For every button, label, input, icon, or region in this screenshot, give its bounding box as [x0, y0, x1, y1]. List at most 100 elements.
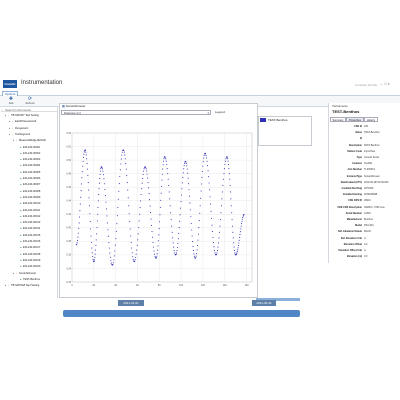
data-point	[191, 229, 193, 231]
tree-item[interactable]: ▸ ▪ TestSegment	[9, 133, 30, 137]
tree-item[interactable]: ▸ ▪ Flexgeneric	[9, 127, 28, 131]
tree-item[interactable]: ▸ ▪ EarthPressureCell	[9, 120, 36, 124]
tree-item[interactable]: ●EXL240-00010	[17, 202, 40, 206]
data-point	[138, 220, 140, 222]
data-point	[132, 256, 134, 258]
data-point	[114, 250, 116, 252]
data-point	[161, 173, 163, 175]
data-point	[83, 151, 85, 153]
property-key: Model	[355, 224, 362, 228]
data-point	[218, 237, 220, 239]
data-point	[140, 194, 142, 196]
data-point	[108, 241, 110, 244]
y-tick-label: 0.44	[66, 200, 71, 203]
data-point	[229, 184, 231, 186]
data-point	[145, 168, 147, 170]
data-point	[112, 263, 114, 266]
tree-item[interactable]: ●EXL240-00011	[17, 209, 40, 213]
tree-item[interactable]: ●EXL240-00003	[17, 158, 40, 162]
property-row: CDE CRS ID 26910	[330, 198, 398, 204]
tree-item[interactable]: ●EXL240-00020	[17, 265, 40, 269]
property-key: Ref. Elevation Datum	[338, 230, 362, 234]
data-point	[104, 188, 106, 190]
data-point	[130, 235, 132, 237]
y-tick-label: 0.42	[66, 213, 71, 216]
tree-item[interactable]: ●EXL240-00012	[17, 215, 40, 219]
series-select[interactable]: Distance (m) ▾	[61, 110, 211, 115]
refresh-button[interactable]: ⟳ Refresh	[21, 97, 39, 106]
data-point	[115, 230, 117, 232]
data-point	[120, 158, 122, 160]
data-point	[229, 178, 231, 180]
tree-item[interactable]: ●EXL240-00006	[17, 177, 40, 181]
data-point	[198, 220, 200, 222]
tree-item[interactable]: ●EXL240-00015	[17, 234, 40, 238]
data-point	[218, 231, 221, 233]
add-button[interactable]: ✚ Add	[2, 97, 20, 106]
data-point	[153, 253, 156, 255]
tree-item[interactable]: ●EXL240-00007	[17, 183, 40, 187]
data-point	[207, 170, 209, 172]
data-point	[112, 262, 114, 264]
tree-item[interactable]: ●EXL240-00018	[17, 253, 40, 257]
tree-item[interactable]: ●EXL240-00004	[17, 164, 40, 168]
data-point	[99, 173, 101, 175]
data-point	[157, 245, 159, 247]
data-point	[219, 219, 222, 221]
data-point	[76, 242, 78, 244]
data-point	[207, 165, 209, 167]
data-point	[235, 253, 237, 255]
data-point	[180, 207, 182, 209]
window-controls[interactable]: — ☐ ✕	[380, 82, 390, 86]
data-point	[211, 231, 214, 233]
data-point	[139, 206, 141, 209]
tree-item[interactable]: ▸ ▪ SonarAltimeter	[13, 272, 36, 276]
data-point	[205, 153, 207, 155]
tree-item[interactable]: ●EXL240-00005	[17, 171, 40, 175]
data-point	[156, 253, 158, 255]
tab-properties[interactable]: Properties	[346, 117, 364, 122]
timeline-start-handle[interactable]: 2021-01-01	[118, 300, 144, 306]
timeline-range-bar[interactable]	[63, 310, 300, 317]
data-point	[94, 256, 96, 258]
tab-summary[interactable]: Summary	[330, 117, 346, 122]
data-point	[88, 197, 90, 199]
y-tick-label: 0.54	[66, 132, 71, 135]
data-point	[181, 188, 183, 190]
property-row: Serial Number 12345	[330, 211, 398, 217]
data-point	[220, 205, 222, 207]
tree-item[interactable]: ▸ ▪ TB-SFP00T Tepl Setting	[5, 114, 39, 118]
tree-item[interactable]: ●TEST-Benthos	[17, 278, 40, 282]
tree-item[interactable]: ●EXL240-00008	[17, 190, 40, 194]
data-point	[193, 255, 195, 257]
tree-item[interactable]: ●EXL240-00014	[17, 227, 40, 231]
data-point	[124, 158, 126, 160]
tree-item[interactable]: ●EXL240-00002	[17, 152, 40, 156]
data-point	[131, 252, 133, 254]
data-point	[162, 164, 164, 166]
help-link[interactable]: Concetto Fornite	[355, 83, 377, 87]
tree-item[interactable]: ●EXL240-00017	[17, 246, 40, 250]
data-point	[169, 198, 171, 200]
tree-item[interactable]: ▸ ▪ MeasureBridge-B22AR	[13, 139, 46, 143]
data-point	[118, 190, 120, 192]
property-key: DateCreated (UTC)	[340, 180, 362, 184]
data-point	[154, 255, 156, 257]
data-point	[168, 191, 170, 193]
data-point	[77, 232, 79, 234]
tree-item-label: EXL240-00001	[23, 145, 41, 149]
tree-item[interactable]: ●EXL240-00009	[17, 196, 40, 200]
data-point	[167, 178, 169, 180]
tree-item[interactable]: ●EXL240-00019	[17, 259, 40, 263]
tree-item[interactable]: ●EXL240-00013	[17, 221, 40, 225]
tab-history[interactable]: History	[364, 117, 378, 122]
timeline-end-handle[interactable]: 2021-03-31	[252, 300, 276, 306]
property-value: TEST-Benthos	[364, 131, 380, 135]
data-point	[179, 220, 181, 222]
tree-item-label: EXL240-00018	[23, 252, 41, 256]
tree-item[interactable]: ●EXL240-00001	[17, 146, 40, 150]
tree-item[interactable]: ●EXL240-00016	[17, 240, 40, 244]
tree-search-input[interactable]: ⌕ Search Instruments	[1, 108, 57, 112]
x-tick-label: 20	[92, 284, 95, 287]
tree-item[interactable]: ▸ ▪ TB-SFP0G8 Tepl Setting	[5, 284, 39, 288]
